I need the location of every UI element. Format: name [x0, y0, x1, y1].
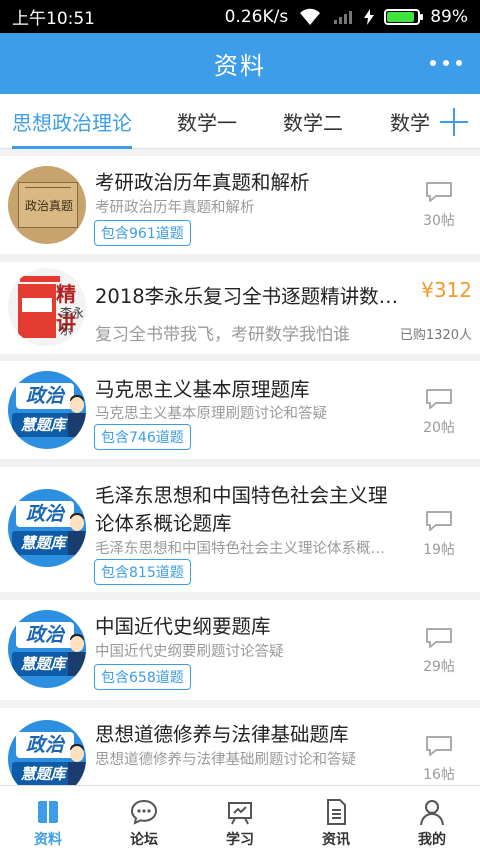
list-item[interactable]: 政治 慧题库 中国近代史纲要题库 中国近代史纲要刷题讨论答疑 包含658道题 2… [0, 600, 480, 700]
wifi-icon [300, 8, 321, 25]
tab-math-1[interactable]: 数学一 [177, 94, 237, 149]
item-title-line-2: 论体系概论题库 [95, 512, 232, 535]
item-title: 2018李永乐复习全书逐题精讲数… [95, 285, 399, 308]
question-bank-thumbnail: 政治 慧题库 [8, 489, 86, 567]
item-title: 马克思主义基本原理题库 [95, 378, 310, 401]
question-count-badge: 包含658道题 [94, 664, 191, 690]
item-title: 中国近代史纲要题库 [95, 615, 271, 638]
study-icon [228, 802, 252, 825]
item-subtitle: 考研政治历年真题和解析 [95, 200, 255, 216]
list-item[interactable]: 政治 慧题库 马克思主义基本原理题库 马克思主义基本原理刷题讨论和答疑 包含74… [0, 361, 480, 459]
post-count: 29帖 [416, 626, 462, 676]
comment-icon [426, 736, 452, 756]
battery-icon [384, 8, 424, 25]
book-thumbnail: 精讲 李永乐 [8, 268, 86, 346]
post-count: 20帖 [416, 387, 462, 437]
list-item[interactable]: 政治真题 考研政治历年真题和解析 考研政治历年真题和解析 包含961道题 30帖 [0, 156, 480, 254]
battery-percent: 89% [430, 6, 468, 27]
bottom-nav: 资料 论坛 学习 资讯 我的 [0, 785, 480, 853]
category-tabs: 思想政治理论 数学一 数学二 数学 [0, 94, 480, 149]
item-subtitle: 思想道德修养与法律基础刷题讨论和答疑 [95, 752, 356, 768]
item-subtitle: 毛泽东思想和中国特色社会主义理论体系概… [95, 541, 385, 557]
post-count: 16帖 [416, 734, 462, 784]
list-item[interactable]: 精讲 李永乐 2018李永乐复习全书逐题精讲数… 复习全书带我飞，考研数学我怕谁… [0, 262, 480, 354]
question-bank-thumbnail: 政治 慧题库 [8, 371, 86, 449]
network-speed: 0.26K/s [224, 6, 289, 27]
user-icon [420, 800, 444, 826]
status-bar: 上午10:51 0.26K/s 89% [0, 0, 480, 33]
comment-icon [426, 511, 452, 531]
book-icon [38, 801, 58, 823]
comment-icon [426, 628, 452, 648]
item-title-line-1: 毛泽东思想和中国特色社会主义理 [95, 484, 388, 507]
chat-icon [130, 799, 158, 825]
more-menu-icon[interactable] [426, 51, 466, 75]
app-header: 资料 [0, 33, 480, 94]
post-count: 30帖 [416, 180, 462, 230]
page-title: 资料 [214, 52, 266, 80]
tab-math-3[interactable]: 数学 [390, 94, 438, 149]
item-title: 考研政治历年真题和解析 [95, 171, 310, 194]
question-count-badge: 包含961道题 [94, 220, 191, 246]
nav-study[interactable]: 学习 [192, 786, 288, 853]
comment-icon [426, 389, 452, 409]
item-subtitle: 马克思主义基本原理刷题讨论和答疑 [95, 406, 327, 422]
status-right: 0.26K/s 89% [225, 7, 468, 27]
question-bank-thumbnail: 政治 慧题库 [8, 610, 86, 688]
nav-forum[interactable]: 论坛 [96, 786, 192, 853]
comment-icon [426, 182, 452, 202]
charging-icon [364, 8, 375, 25]
signal-icon [334, 10, 353, 24]
nav-profile[interactable]: 我的 [384, 786, 480, 853]
item-title: 思想道德修养与法律基础题库 [95, 723, 349, 746]
tab-math-2[interactable]: 数学二 [283, 94, 343, 149]
question-count-badge: 包含746道题 [94, 424, 191, 450]
item-subtitle: 中国近代史纲要刷题讨论答疑 [95, 644, 284, 660]
thumbnail-label: 政治真题 [25, 199, 74, 213]
price: ¥312 [421, 278, 472, 302]
list-item[interactable]: 政治 慧题库 毛泽东思想和中国特色社会主义理 论体系概论题库 毛泽东思想和中国特… [0, 467, 480, 592]
status-time: 上午10:51 [12, 9, 95, 29]
post-count: 19帖 [416, 509, 462, 559]
item-subtitle: 复习全书带我飞，考研数学我怕谁 [95, 325, 350, 345]
thumbnail-sublabel: 李永乐 [60, 306, 85, 337]
list-item[interactable]: 政治 慧题库 思想道德修养与法律基础题库 思想道德修养与法律基础刷题讨论和答疑 … [0, 708, 480, 798]
add-tab-icon[interactable] [440, 108, 468, 136]
tab-politics[interactable]: 思想政治理论 [12, 94, 132, 149]
book-thumbnail: 政治真题 [8, 166, 86, 244]
nav-materials[interactable]: 资料 [0, 786, 96, 853]
sold-count: 已购1320人 [399, 328, 472, 343]
question-count-badge: 包含815道题 [94, 559, 191, 585]
news-icon [327, 799, 346, 825]
nav-news[interactable]: 资讯 [288, 786, 384, 853]
